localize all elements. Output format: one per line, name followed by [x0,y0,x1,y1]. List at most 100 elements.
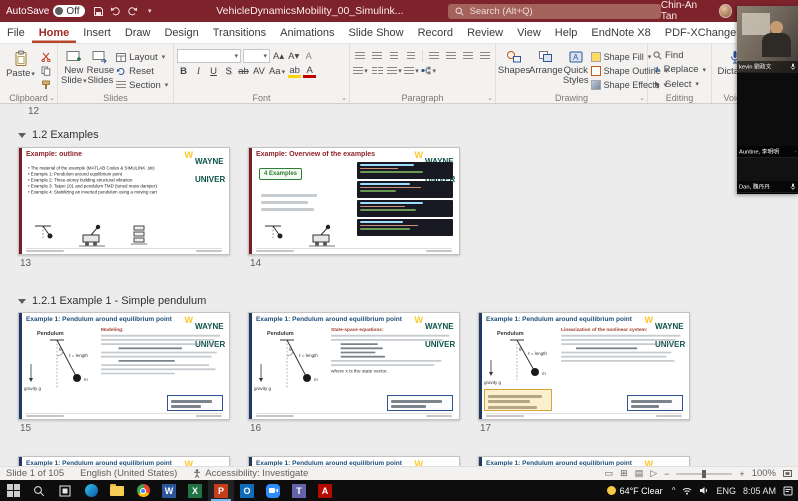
columns-button[interactable] [370,64,385,77]
user-avatar[interactable] [719,4,732,18]
language-indicator[interactable]: English (United States) [80,468,177,479]
decrease-font-size-button[interactable]: A▾ [287,50,300,63]
notification-center-icon[interactable] [783,486,793,496]
underline-button[interactable]: U [207,65,220,78]
tab-help[interactable]: Help [548,22,585,43]
replace-button[interactable]: Replace▾ [651,63,708,76]
zoom-slider-thumb[interactable] [702,470,706,478]
tab-draw[interactable]: Draw [118,22,158,43]
cut-button[interactable] [38,51,54,63]
character-spacing-button[interactable]: AV [252,65,266,78]
quick-access-dropdown-icon[interactable]: ▾ [141,3,158,19]
highlight-color-button[interactable]: ab [288,65,301,78]
tab-design[interactable]: Design [157,22,205,43]
normal-view-button[interactable]: ▭ [605,468,614,479]
font-name-combobox[interactable]: ▾ [177,49,241,63]
start-button[interactable] [0,480,26,501]
reset-button[interactable]: Reset [114,65,170,77]
font-color-button[interactable]: A [303,65,316,78]
taskbar-app-edge[interactable] [78,480,104,501]
strikethrough-button[interactable]: ab [237,65,250,78]
participant-tile-3[interactable]: Dan, 魏丹丹 [737,158,798,193]
autosave-control[interactable]: AutoSave Off [0,5,91,17]
taskbar-app-word[interactable]: W [156,480,182,501]
reuse-slides-button[interactable]: Reuse Slides [87,47,114,91]
taskbar-app-powerpoint[interactable]: P [208,480,234,501]
tray-expand-icon[interactable]: ^ [672,486,676,495]
clear-formatting-button[interactable]: A [302,50,315,63]
slide-thumbnail-17[interactable]: Example 1: Pendulum around equilibrium p… [478,312,690,420]
tab-pdf-xchange[interactable]: PDF-XChange [658,22,744,43]
weather-widget[interactable]: 64°F Clear [607,486,663,496]
zoom-out-button[interactable]: − [664,469,669,479]
justify-button[interactable] [477,49,492,62]
change-case-button[interactable]: Aa▾ [268,65,286,78]
language-indicator[interactable]: ENG [716,486,736,496]
taskbar-app-acrobat[interactable]: A [312,480,338,501]
decrease-indent-button[interactable] [387,49,402,62]
section-collapse-icon[interactable] [18,299,26,304]
increase-indent-button[interactable] [403,49,418,62]
taskbar-app-zoom[interactable] [260,480,286,501]
tab-file[interactable]: File [0,22,32,43]
zoom-in-button[interactable]: + [739,469,744,479]
section-collapse-icon[interactable] [18,133,26,138]
tab-review[interactable]: Review [460,22,510,43]
undo-icon[interactable] [107,3,124,19]
tab-record[interactable]: Record [411,22,460,43]
italic-button[interactable]: I [192,65,205,78]
copy-button[interactable] [38,65,54,77]
bullets-button[interactable] [353,49,368,62]
taskbar-app-outlook[interactable]: O [234,480,260,501]
participant-tile-2[interactable]: Auntine, 李明明 [737,73,798,158]
bold-button[interactable]: B [177,65,190,78]
convert-smartart-button[interactable]: ▾ [421,64,436,77]
numbering-button[interactable] [370,49,385,62]
text-shadow-button[interactable]: S [222,65,235,78]
select-button[interactable]: Select▾ [651,78,708,91]
slide-thumbnail-13[interactable]: Example: outline W WAYNE STATEUNIVERSITY… [18,147,230,255]
slide-thumbnail-16[interactable]: Example 1: Pendulum around equilibrium p… [248,312,460,420]
arrange-button[interactable]: Arrange [529,47,563,91]
fit-slide-to-window-icon[interactable] [783,469,792,478]
text-direction-button[interactable]: ▾ [387,64,402,77]
autosave-toggle[interactable]: Off [53,5,84,17]
layout-button[interactable]: Layout▾ [114,51,170,63]
slide-sorter-view-button[interactable]: ⊞ [620,468,628,479]
slide-thumbnail-18[interactable]: Example 1: Pendulum around equilibrium p… [18,456,230,466]
task-view-button[interactable] [52,480,78,501]
tab-animations[interactable]: Animations [273,22,341,43]
new-slide-button[interactable]: New Slide▾ [61,47,87,91]
align-text-button[interactable]: ▾ [404,64,419,77]
zoom-level[interactable]: 100% [752,468,776,479]
section-header-examples[interactable]: 1.2 Examples [18,129,99,141]
taskbar-app-excel[interactable]: X [182,480,208,501]
slideshow-view-button[interactable]: ▷ [650,468,657,479]
participant-tile-1[interactable]: kevin 劉政文 [737,6,798,73]
save-icon[interactable] [91,3,108,19]
slide-thumbnail-15[interactable]: Example 1: Pendulum around equilibrium p… [18,312,230,420]
find-button[interactable]: Find [651,49,708,62]
align-left-button[interactable] [427,49,442,62]
format-painter-button[interactable] [38,79,54,91]
tab-endnote[interactable]: EndNote X8 [584,22,657,43]
taskbar-app-teams[interactable]: T [286,480,312,501]
user-name[interactable]: Chin-An Tan [661,0,713,22]
tab-insert[interactable]: Insert [76,22,118,43]
font-size-combobox[interactable]: ▾ [243,49,270,63]
taskbar-app-chrome[interactable] [130,480,156,501]
slide-count-indicator[interactable]: Slide 1 of 105 [6,468,64,479]
tab-transitions[interactable]: Transitions [206,22,273,43]
slide-thumbnail-20[interactable]: Example 1: Pendulum around equilibrium p… [478,456,690,466]
accessibility-checker[interactable]: Accessibility: Investigate [193,468,308,479]
increase-font-size-button[interactable]: A▴ [272,50,285,63]
align-right-button[interactable] [460,49,475,62]
line-spacing-button[interactable]: ▾ [353,64,368,77]
paste-button[interactable]: Paste▾ [3,47,38,91]
align-center-button[interactable] [444,49,459,62]
clock[interactable]: 8:05 AM [743,486,776,496]
slide-thumbnail-14[interactable]: Example: Overview of the examples W WAYN… [248,147,460,255]
speaker-icon[interactable] [699,486,709,495]
section-header-example-1[interactable]: 1.2.1 Example 1 - Simple pendulum [18,295,206,307]
network-icon[interactable] [682,486,692,495]
